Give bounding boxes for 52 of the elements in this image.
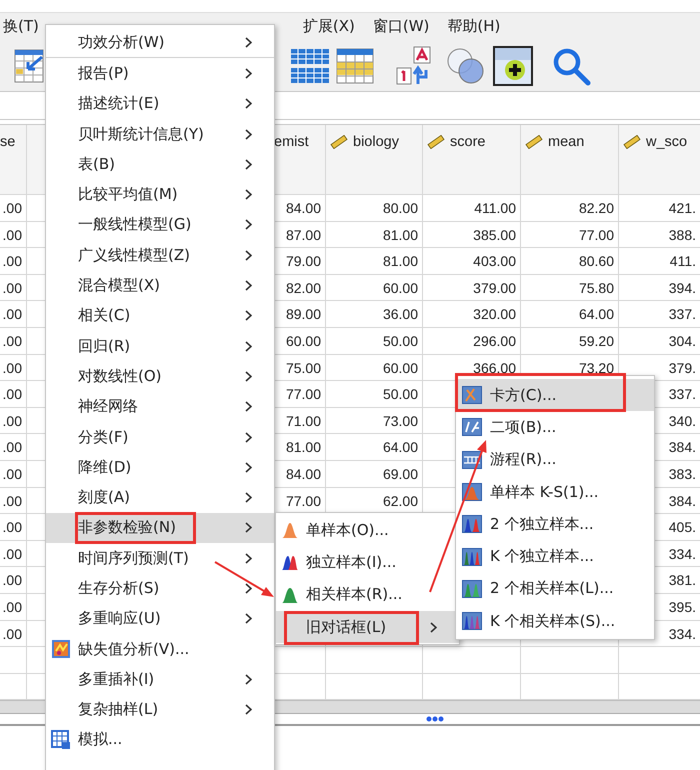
- table-cell: .00: [0, 301, 27, 328]
- table-cell: .00: [0, 274, 27, 302]
- table-cell: 421.: [619, 195, 700, 222]
- table-cell: .00: [0, 488, 27, 514]
- table-cell: .00: [0, 514, 27, 541]
- table-cell: 81.00: [326, 248, 423, 275]
- column-header: emist: [274, 133, 309, 151]
- table-cell: .00: [0, 540, 27, 568]
- column-header: biology: [353, 133, 399, 151]
- table-cell: .00: [0, 434, 27, 461]
- table-cell: .00: [0, 594, 27, 620]
- table-cell: 296.00: [423, 328, 521, 355]
- table-cell: .00: [0, 460, 27, 488]
- table-cell: 388.: [619, 222, 700, 248]
- table-cell: 411.: [619, 248, 700, 275]
- table-cell: .00: [0, 381, 27, 408]
- table-cell: 80.60: [521, 248, 619, 275]
- table-cell: 379.00: [423, 274, 521, 302]
- column-header: score: [450, 133, 486, 151]
- table-cell: 59.20: [521, 328, 619, 355]
- table-cell: 80.00: [326, 195, 423, 222]
- table-cell: .00: [0, 620, 27, 648]
- table-cell: 64.00: [521, 301, 619, 328]
- table-cell: 82.20: [521, 195, 619, 222]
- table-cell: 403.00: [423, 248, 521, 275]
- table-cell: 337.: [619, 301, 700, 328]
- table-cell: 75.80: [521, 274, 619, 302]
- table-cell: .00: [0, 195, 27, 222]
- table-cell: 36.00: [326, 301, 423, 328]
- table-cell: 69.00: [326, 460, 423, 488]
- table-cell: 50.00: [326, 381, 423, 408]
- table-cell: .00: [0, 328, 27, 355]
- table-cell: 81.00: [326, 222, 423, 248]
- table-cell: 73.00: [326, 408, 423, 434]
- table-cell: 60.00: [326, 354, 423, 382]
- table-cell: .00: [0, 567, 27, 594]
- table-cell: 385.00: [423, 222, 521, 248]
- table-cell: 77.00: [521, 222, 619, 248]
- column-header: se: [0, 133, 16, 151]
- table-cell: 60.00: [326, 274, 423, 302]
- column-header: w_sco: [646, 133, 688, 151]
- table-cell: 304.: [619, 328, 700, 355]
- table-cell: .00: [0, 354, 27, 382]
- table-cell: .00: [0, 408, 27, 434]
- table-cell: 394.: [619, 274, 700, 302]
- table-cell: 64.00: [326, 434, 423, 461]
- table-cell: 411.00: [423, 195, 521, 222]
- table-cell: 320.00: [423, 301, 521, 328]
- column-header: mean: [548, 133, 584, 151]
- table-cell: .00: [0, 222, 27, 248]
- table-cell: 50.00: [326, 328, 423, 355]
- table-cell: .00: [0, 248, 27, 275]
